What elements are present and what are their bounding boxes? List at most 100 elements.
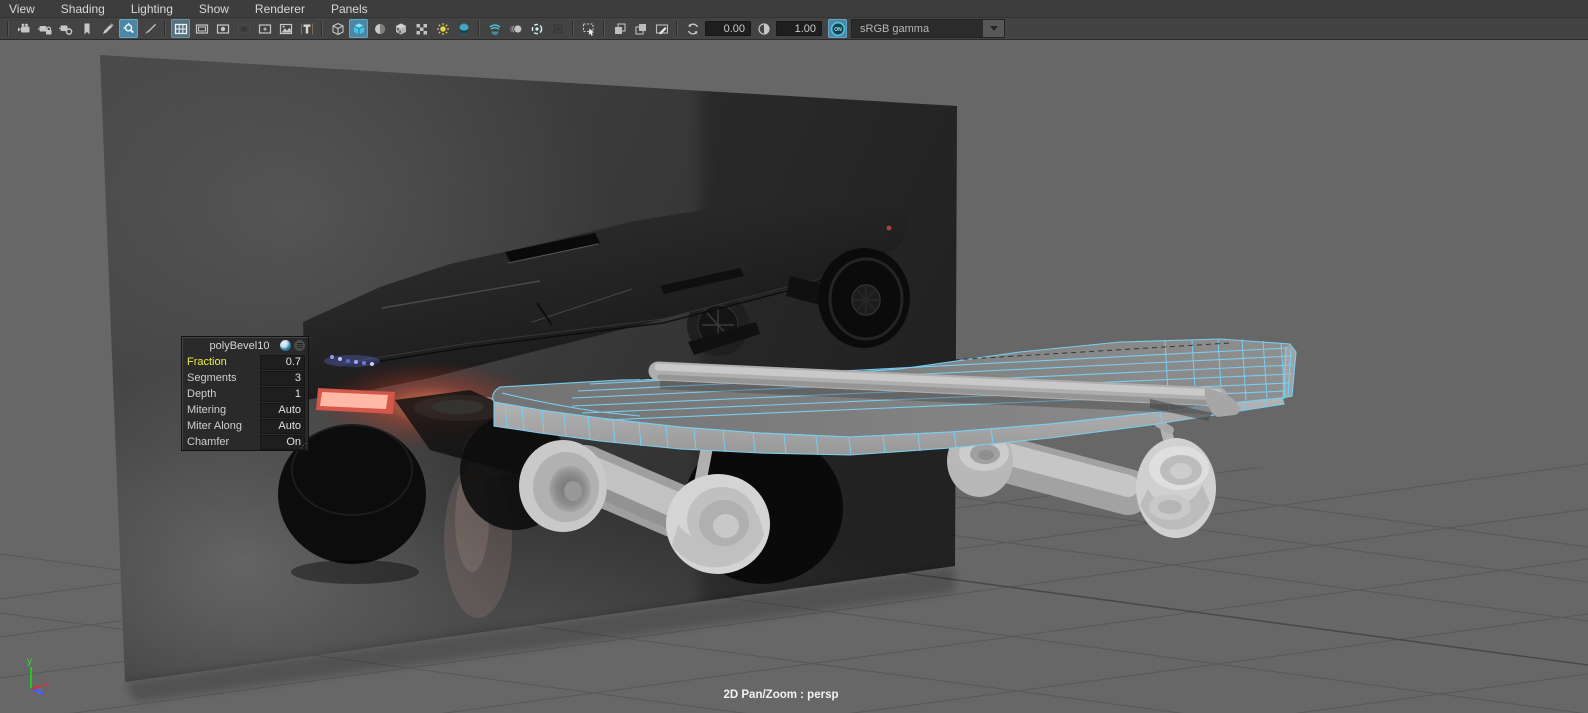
bookmark-icon [84,23,89,34]
wireframe-button[interactable] [328,19,347,38]
annotate-icon [655,23,668,34]
contrast-icon [757,22,770,35]
motion-blur-button[interactable] [506,19,525,38]
image-plane-icon [279,23,292,34]
material-ball-icon [374,23,385,34]
shadows-button[interactable] [454,19,473,38]
pane-front-button[interactable] [610,19,629,38]
lights-icon [436,22,449,35]
exposure-field[interactable]: 0.00 [705,21,751,36]
pan-zoom-icon [122,22,134,33]
shaded-cube-icon [353,23,364,34]
transparency-checker-icon [416,23,427,34]
depth-of-field-button[interactable] [548,19,567,38]
image-plane-button[interactable] [276,19,295,38]
menu-panels[interactable]: Panels [318,0,381,18]
toolbar-separator [603,21,605,36]
film-gate-button[interactable] [171,19,190,38]
hud-title-row[interactable]: polyBevel10 [182,337,308,354]
exposure-button[interactable] [683,19,702,38]
chevron-down-icon[interactable] [983,20,1004,37]
in-view-editor-polybevel: polyBevel10 Fraction 0.7 Segments 3 Dept… [181,336,309,451]
isolate-select-icon [582,22,594,36]
contrast-button[interactable] [754,19,773,38]
toolbar-separator [676,21,678,36]
toolbar-separator [164,21,166,36]
menu-lighting[interactable]: Lighting [118,0,186,18]
panel-toolbar: 0.00 1.00 ON sRGB gamma [0,18,1588,40]
ambient-occlusion-button[interactable] [485,19,504,38]
resize-grip-icon[interactable]: ⋰ [300,443,307,450]
view-transform-value: sRGB gamma [860,22,930,35]
model-front-right-wheel [666,474,770,574]
field-chart-button[interactable] [234,19,253,38]
hud-row-chamfer: Chamfer On ⋰ [182,434,308,450]
resolution-gate-icon [195,23,208,34]
pane-front-icon [614,22,626,34]
gate-mask-button[interactable] [213,19,232,38]
mitering-field[interactable]: Auto [260,402,305,418]
hud-label: Depth [187,388,217,400]
panel-menubar: View Shading Lighting Show Renderer Pane… [0,0,1588,18]
toolbar-separator [572,21,574,36]
pane-back-icon [634,23,646,35]
field-chart-icon [237,24,250,33]
resolution-gate-button[interactable] [192,19,211,38]
axis-y-label: y [27,656,32,667]
camera-attributes-button[interactable] [56,19,75,38]
shadows-icon [458,23,468,35]
safe-action-icon [258,23,271,34]
wireframe-cube-icon [331,22,344,35]
shaded-textured-button[interactable] [370,19,389,38]
hud-menu-icon[interactable] [294,340,305,351]
segments-field[interactable]: 3 [260,370,305,386]
pan-zoom-button[interactable] [119,19,138,38]
view-transform-dropdown[interactable]: sRGB gamma [851,19,1005,38]
pane-back-button[interactable] [631,19,650,38]
hud-row-miter-along: Miter Along Auto [182,418,308,434]
grease-pencil-button[interactable] [98,19,117,38]
anti-alias-button[interactable] [527,19,546,38]
menu-show[interactable]: Show [186,0,242,18]
motion-blur-icon [509,24,521,33]
gamma-field[interactable]: 1.00 [776,21,822,36]
anti-alias-icon [531,23,542,34]
lock-camera-button[interactable] [35,19,54,38]
hud-button[interactable] [297,19,316,38]
material-sphere-icon[interactable] [280,340,291,351]
textured-button[interactable] [391,19,410,38]
image-plane-reference [100,55,957,702]
color-management-toggle[interactable]: ON [828,19,847,38]
hud-row-fraction: Fraction 0.7 [182,354,308,370]
bookmark-button[interactable] [77,19,96,38]
lights-button[interactable] [433,19,452,38]
reference-tail-light [886,225,892,231]
fraction-field[interactable]: 0.7 [260,354,305,370]
isolate-select-button[interactable] [579,19,598,38]
color-management-on-icon: ON [830,21,845,36]
menu-renderer[interactable]: Renderer [242,0,318,18]
reference-led-strip [324,355,380,367]
model-rear-right-wheel [1136,438,1216,538]
camera-gear-icon [58,25,72,35]
svg-text:ON: ON [834,27,842,33]
menu-shading[interactable]: Shading [48,0,118,18]
safe-action-button[interactable] [255,19,274,38]
brush-button[interactable] [140,19,159,38]
maya-viewport-window: y z x 2D Pan/Zoom : persp View Shading L… [0,0,1588,713]
hud-label: Chamfer [187,436,230,448]
hud-row-mitering: Mitering Auto [182,402,308,418]
gate-mask-icon [216,23,229,34]
toolbar-separator [478,21,480,36]
hud-label: Miter Along [187,420,243,432]
shaded-button[interactable] [349,19,368,38]
depth-field[interactable]: 1 [260,386,305,402]
select-camera-button[interactable] [14,19,33,38]
hud-label: Mitering [187,404,227,416]
select-camera-icon [17,23,29,32]
transparency-button[interactable] [412,19,431,38]
miter-along-field[interactable]: Auto [260,418,305,434]
chamfer-field[interactable]: On [260,434,305,450]
menu-view[interactable]: View [0,0,48,18]
annotate-button[interactable] [652,19,671,38]
